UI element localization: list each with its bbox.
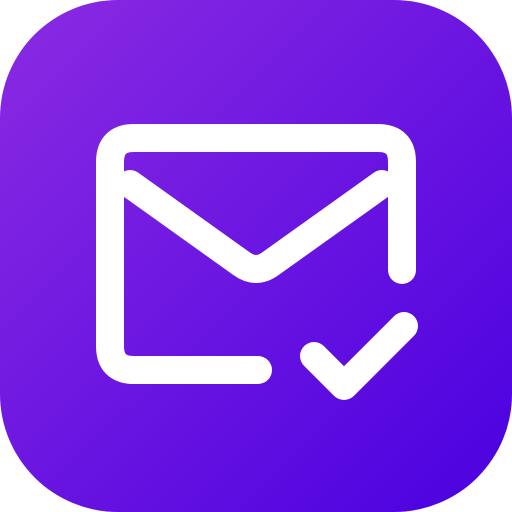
mail-check-icon — [0, 0, 512, 512]
mail-check-app-icon[interactable] — [0, 0, 512, 512]
